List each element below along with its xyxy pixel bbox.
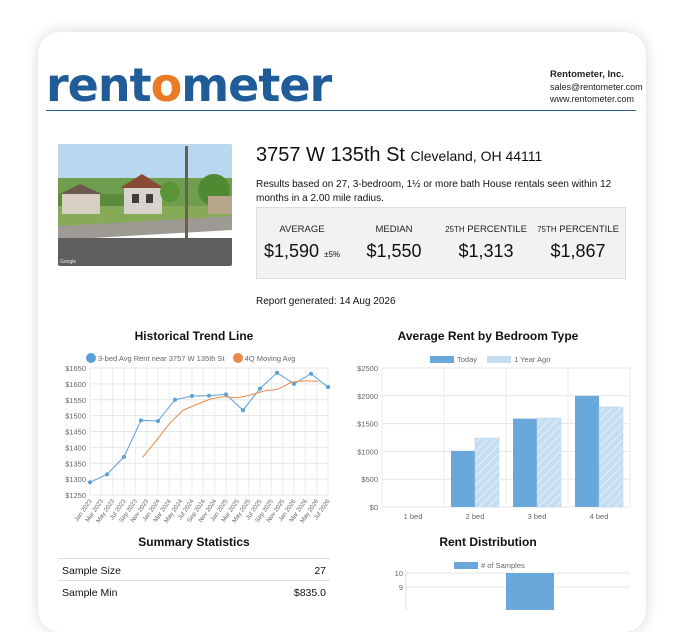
property-photo: Google — [58, 144, 232, 266]
bedroom-legend: Today 1 Year Ago — [430, 355, 550, 364]
y-tick-label: $1500 — [357, 420, 378, 429]
data-point-avg-rent — [122, 454, 126, 459]
svg-text:Google: Google — [60, 259, 76, 265]
street-address: 3757 W 135th St — [256, 144, 405, 166]
stat-25th-percentile: 25TH PERCENTILE $1,313 — [445, 224, 527, 261]
data-point-avg-rent — [88, 480, 92, 485]
series-line-avg-rent — [89, 372, 329, 483]
company-website: www.rentometer.com — [550, 94, 635, 104]
data-point-avg-rent — [173, 397, 177, 402]
stat-average: AVERAGE $1,590 ±5% — [263, 224, 341, 261]
data-point-avg-rent — [275, 370, 279, 375]
y-tick-label: 10 — [395, 570, 403, 578]
trend-chart-title: Historical Trend Line — [134, 329, 254, 343]
x-tick-label: 1 bed — [404, 512, 423, 521]
legend-swatch-today — [430, 356, 454, 363]
results-description: Results based on 27, 3-bedroom, 1½ or mo… — [256, 179, 612, 204]
bar-today — [451, 450, 475, 507]
data-point-avg-rent — [156, 419, 160, 424]
y-tick-label: $500 — [361, 475, 378, 484]
bar-today — [575, 395, 599, 507]
data-point-avg-rent — [309, 371, 313, 376]
x-tick-label: 3 bed — [528, 512, 547, 521]
stat-75th-percentile: 75TH PERCENTILE $1,867 — [537, 224, 619, 261]
company-email: sales@rentometer.com — [550, 82, 643, 92]
rent-stats-box: AVERAGE $1,590 ±5% MEDIAN $1,550 25TH PE… — [256, 207, 626, 279]
trend-legend: 3-bed Avg Rent near 3757 W 135th St 4Q M… — [86, 353, 295, 363]
bar-year-ago — [598, 406, 624, 508]
y-tick-label: $2000 — [357, 392, 378, 401]
y-tick-label: $0 — [370, 503, 378, 512]
bar-samples — [506, 573, 554, 610]
y-tick-label: $1500 — [65, 412, 86, 421]
summary-title: Summary Statistics — [138, 535, 250, 549]
trend-legend-series-2: 4Q Moving Avg — [232, 353, 295, 363]
data-point-avg-rent — [258, 386, 262, 391]
legend-swatch-blue — [86, 353, 96, 363]
y-tick-label: $2500 — [357, 366, 378, 373]
data-point-avg-rent — [241, 408, 245, 413]
bar-today — [513, 418, 537, 507]
trend-chart: $1650 $1600 $1550 $1500 $1450 $1400 $1350 $1300… — [65, 366, 332, 524]
y-tick-label: $1450 — [65, 428, 86, 437]
distribution-chart: 10 9 — [395, 570, 630, 610]
property-address: 3757 W 135th St Cleveland, OH 44111 — [256, 144, 542, 167]
bar-year-ago — [474, 437, 500, 508]
data-point-avg-rent — [224, 392, 228, 397]
y-tick-label: $1650 — [65, 366, 86, 373]
summary-row: Sample Size 27 — [58, 558, 330, 581]
y-tick-label: $1250 — [65, 491, 86, 500]
header-divider — [46, 110, 636, 111]
y-tick-label: $1000 — [357, 447, 378, 456]
y-tick-label: $1400 — [65, 443, 86, 452]
legend-swatch-year-ago — [487, 356, 512, 363]
y-tick-label: $1300 — [65, 475, 86, 484]
legend-swatch-samples — [454, 562, 478, 569]
city-state-zip: Cleveland, OH 44111 — [410, 148, 543, 164]
company-info: Rentometer, Inc. sales@rentometer.com ww… — [550, 68, 643, 105]
report-card: rentometer Rentometer, Inc. sales@rentom… — [38, 32, 646, 632]
trend-legend-series-1: 3-bed Avg Rent near 3757 W 135th St — [86, 353, 225, 363]
distribution-chart-title: Rent Distribution — [439, 535, 537, 549]
data-point-avg-rent — [105, 472, 109, 477]
data-point-avg-rent — [207, 393, 211, 398]
legend-swatch-orange — [232, 353, 243, 363]
bedroom-legend-year-ago: 1 Year Ago — [487, 355, 550, 364]
data-point-avg-rent — [190, 393, 194, 398]
series-line-moving-avg — [141, 380, 319, 458]
report-generated-date: Report generated: 14 Aug 2026 — [256, 296, 396, 307]
x-tick-label: 4 bed — [590, 512, 609, 521]
data-point-avg-rent — [139, 418, 143, 423]
x-tick-label: 2 bed — [466, 512, 485, 521]
y-tick-label: $1550 — [65, 396, 86, 405]
summary-row: Sample Min $835.0 — [58, 580, 330, 603]
y-tick-label: $1350 — [65, 459, 86, 468]
bedroom-legend-today: Today — [430, 355, 477, 364]
y-tick-label: 9 — [399, 583, 403, 592]
stat-median: MEDIAN $1,550 — [366, 224, 422, 261]
rentometer-logo: rentometer — [46, 58, 332, 112]
bar-year-ago — [536, 417, 562, 508]
data-point-avg-rent — [326, 385, 330, 390]
bedroom-chart-title: Average Rent by Bedroom Type — [397, 329, 579, 343]
company-name: Rentometer, Inc. — [550, 69, 624, 80]
bedroom-chart: $2500 $2000 $1500 $1000 $500 $0 1 bed 2 bed 3 be… — [357, 366, 631, 521]
y-tick-label: $1600 — [65, 380, 86, 389]
distribution-legend: # of Samples — [454, 561, 525, 570]
